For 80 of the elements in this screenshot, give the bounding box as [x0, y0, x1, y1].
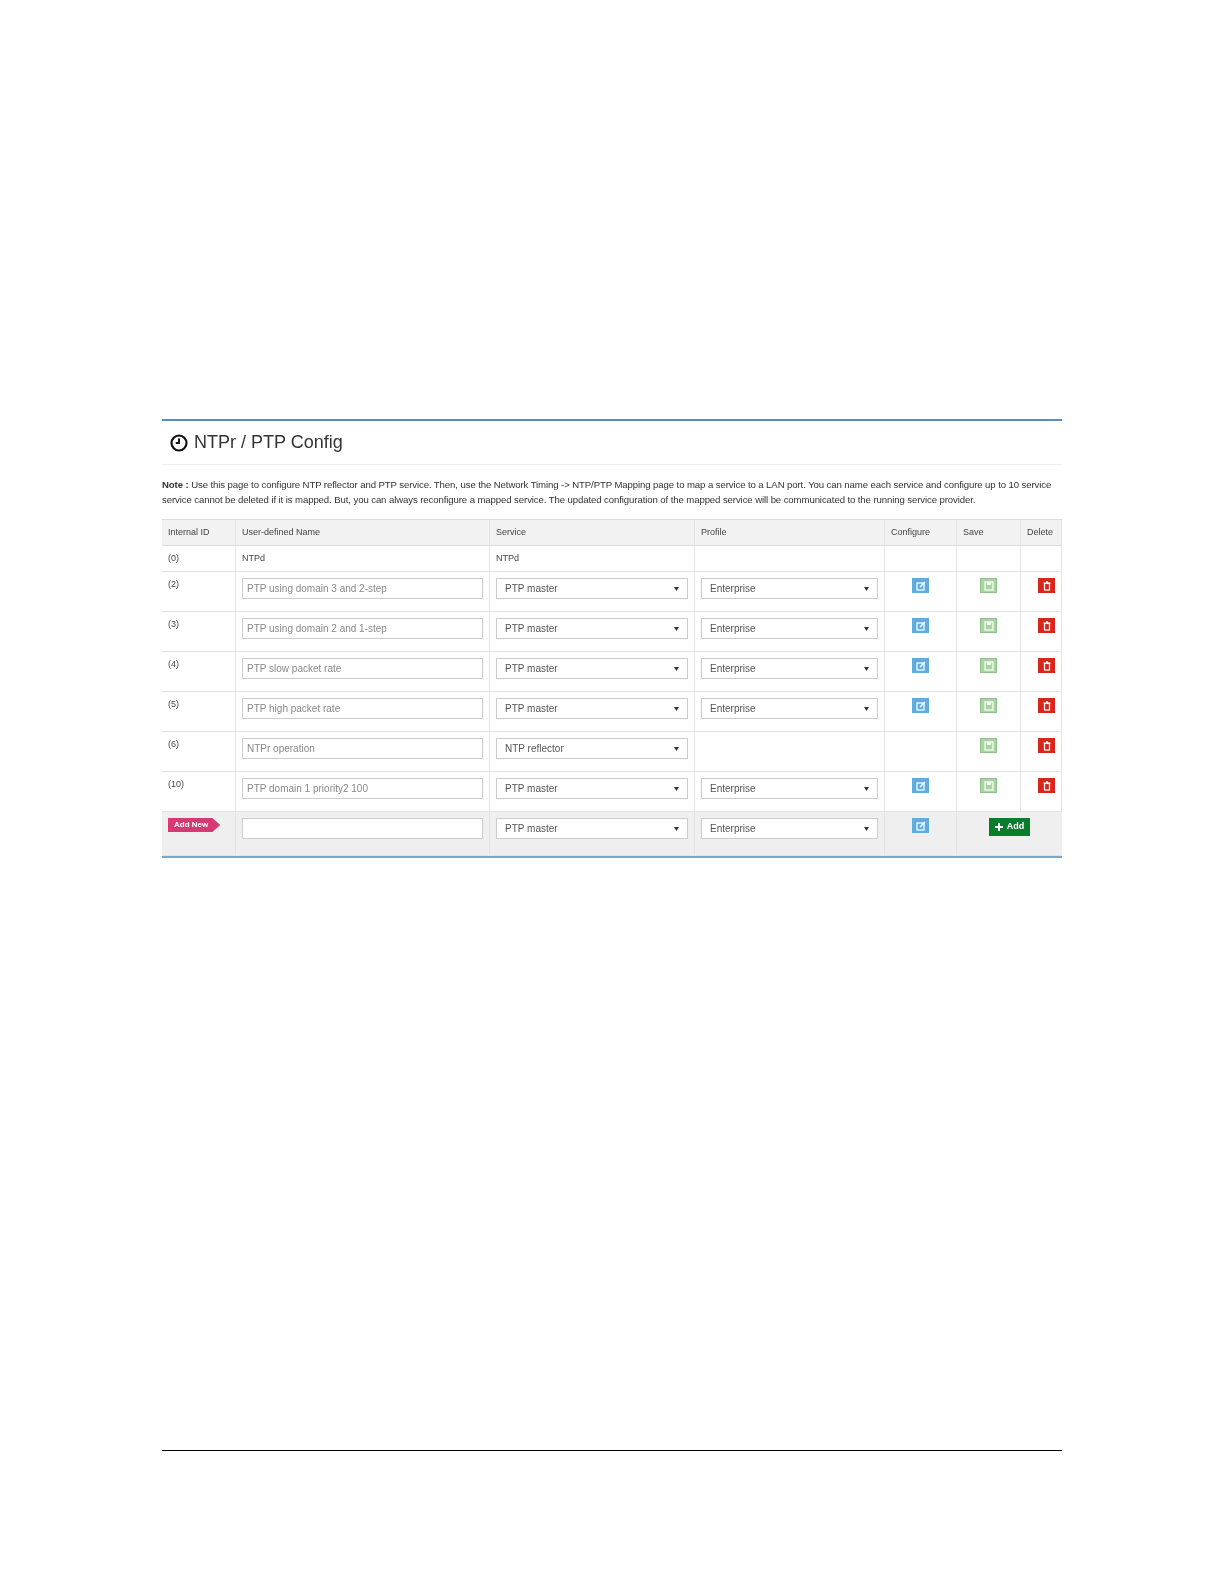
name-field[interactable]: PTP high packet rate	[242, 698, 483, 719]
profile-select[interactable]: Enterprise	[701, 578, 878, 599]
add-button[interactable]: Add	[988, 818, 1031, 836]
save-button[interactable]	[980, 578, 997, 593]
profile-select[interactable]: Enterprise	[701, 618, 878, 639]
caret-icon	[674, 706, 679, 711]
delete-button[interactable]	[1038, 658, 1055, 673]
name-field[interactable]: PTP using domain 2 and 1-step	[242, 618, 483, 639]
column-header: Delete	[1027, 525, 1053, 539]
delete-button[interactable]	[1038, 738, 1055, 753]
table-cell: (2)	[168, 578, 179, 590]
profile-select[interactable]: Enterprise	[701, 698, 878, 719]
column-header: Internal ID	[168, 525, 210, 539]
edit-button[interactable]	[912, 778, 929, 793]
edit-button[interactable]	[912, 698, 929, 713]
caret-icon	[864, 626, 869, 631]
column-header: User-defined Name	[242, 525, 321, 539]
delete-button[interactable]	[1038, 698, 1055, 713]
clock-icon	[170, 433, 188, 452]
column-header: Service	[496, 525, 526, 539]
name-field[interactable]: PTP slow packet rate	[242, 658, 483, 679]
profile-select[interactable]: Enterprise	[701, 658, 878, 679]
caret-icon	[864, 786, 869, 791]
delete-button[interactable]	[1038, 618, 1055, 633]
edit-icon	[914, 699, 927, 712]
edit-icon	[914, 819, 927, 832]
save-button[interactable]	[980, 738, 997, 753]
edit-button[interactable]	[912, 818, 929, 833]
caret-icon	[864, 826, 869, 831]
column-header: Save	[963, 525, 984, 539]
service-select[interactable]: PTP master	[496, 578, 688, 599]
caret-icon	[674, 586, 679, 591]
service-select[interactable]: PTP master	[496, 778, 688, 799]
edit-icon	[914, 659, 927, 672]
table-cell-text: NTPd	[496, 551, 519, 565]
save-button[interactable]	[980, 698, 997, 713]
column-header: Configure	[891, 525, 931, 539]
service-select[interactable]: NTP reflector	[496, 738, 688, 759]
caret-icon	[674, 786, 679, 791]
name-field[interactable]: NTPr operation	[242, 738, 483, 759]
table-cell-text: NTPd	[242, 551, 265, 565]
caret-icon	[674, 666, 679, 671]
caret-icon	[674, 746, 679, 751]
panel-title: NTPr / PTP Config	[194, 431, 343, 454]
column-header: Profile	[701, 525, 727, 539]
add-new-badge: Add New	[168, 818, 221, 832]
edit-icon	[914, 579, 927, 592]
name-field[interactable]: PTP domain 1 priority2 100	[242, 778, 483, 799]
edit-icon	[914, 619, 927, 632]
note-text: Note : Use this page to configure NTP reflector and PTP service. Then, use the Network Timing -> NTP/PTP Mapping page to map a service to a LAN port. You can name each service and configure up to 10 service	[162, 478, 1053, 492]
table-cell: (3)	[168, 618, 179, 630]
profile-select[interactable]: Enterprise	[701, 818, 878, 839]
save-button[interactable]	[980, 618, 997, 633]
name-field[interactable]: PTP using domain 3 and 2-step	[242, 578, 483, 599]
service-select[interactable]: PTP master	[496, 618, 688, 639]
delete-button[interactable]	[1038, 578, 1055, 593]
save-button[interactable]	[980, 778, 997, 793]
table-cell: (4)	[168, 658, 179, 670]
caret-icon	[864, 586, 869, 591]
save-button[interactable]	[980, 658, 997, 673]
service-select[interactable]: PTP master	[496, 658, 688, 679]
caret-icon	[674, 826, 679, 831]
caret-icon	[864, 706, 869, 711]
table-cell-text: (0)	[168, 551, 179, 565]
table-cell: (10)	[168, 778, 184, 790]
edit-button[interactable]	[912, 618, 929, 633]
service-select[interactable]: PTP master	[496, 698, 688, 719]
edit-button[interactable]	[912, 578, 929, 593]
table-cell: (6)	[168, 738, 179, 750]
name-field[interactable]	[242, 818, 483, 839]
delete-button[interactable]	[1038, 778, 1055, 793]
plus-icon	[994, 823, 1003, 831]
note-text: service cannot be deleted if it is mapped. But, you can always reconfigure a mapped service. The updated configuration of the mapped service will be communicated to the running service provider.	[162, 493, 977, 507]
edit-icon	[914, 779, 927, 792]
table-cell: (5)	[168, 698, 179, 710]
caret-icon	[864, 666, 869, 671]
edit-button[interactable]	[912, 658, 929, 673]
caret-icon	[674, 626, 679, 631]
profile-select[interactable]: Enterprise	[701, 778, 878, 799]
service-select[interactable]: PTP master	[496, 818, 688, 839]
